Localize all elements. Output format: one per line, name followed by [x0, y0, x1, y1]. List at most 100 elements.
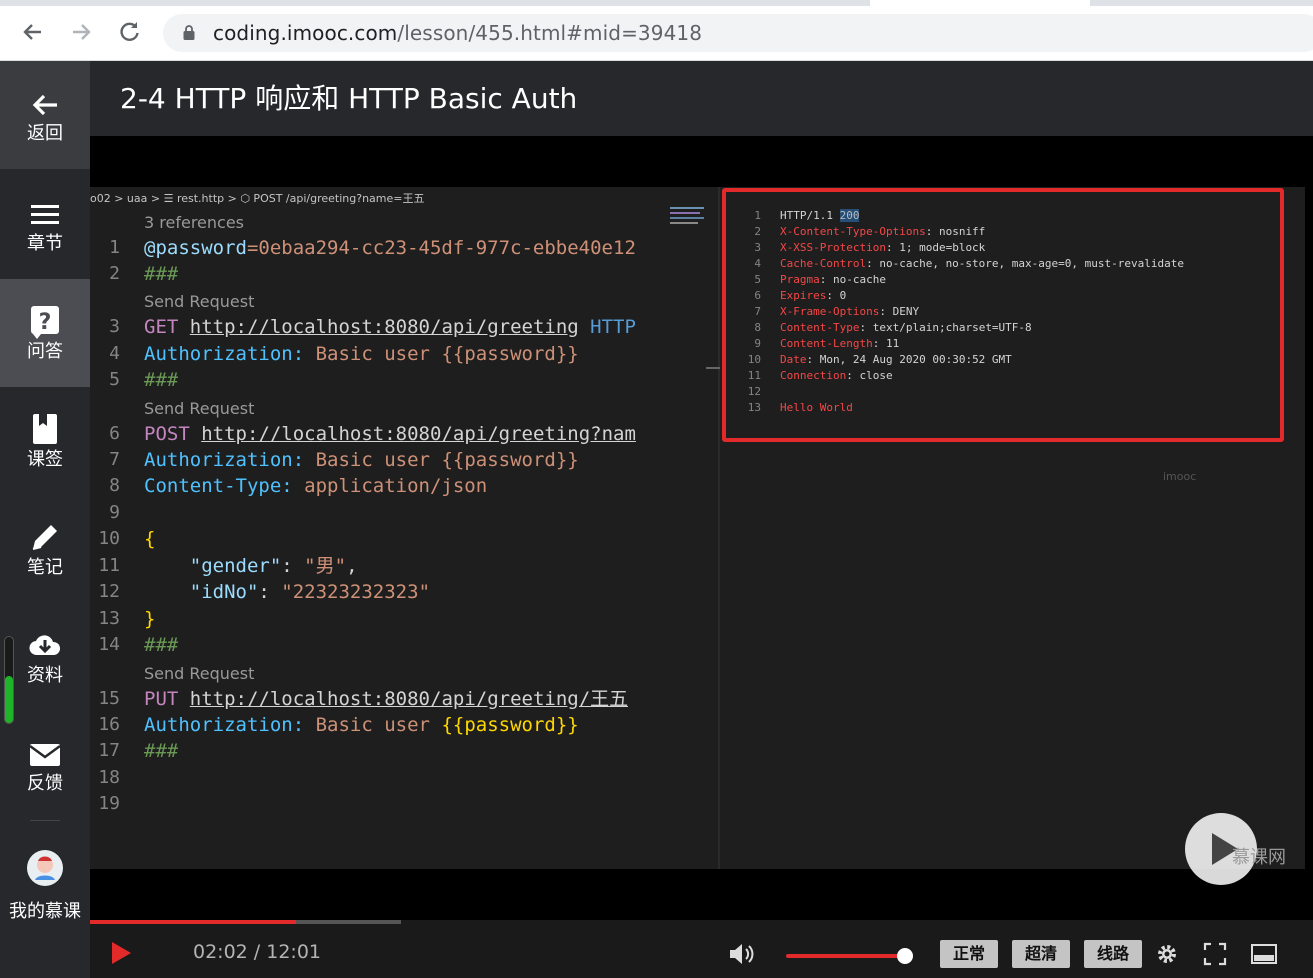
- code-token: Authorization:: [144, 449, 305, 471]
- url-text[interactable]: coding.imooc.com/lesson/455.html#mid=394…: [213, 19, 702, 47]
- code-line: ###: [144, 369, 179, 391]
- quality-hd-button[interactable]: 超清: [1012, 940, 1070, 968]
- code-line: "gender": "男",: [144, 553, 358, 579]
- header-value: : Mon, 24 Aug 2020 00:30:52 GMT: [806, 353, 1012, 366]
- sidebar-item-bookmark[interactable]: 课签: [0, 387, 90, 495]
- volume-icon[interactable]: [728, 942, 754, 966]
- header-value: : 11: [872, 337, 900, 350]
- fullscreen-icon[interactable]: [1203, 942, 1227, 966]
- gear-icon[interactable]: [1155, 942, 1179, 966]
- quality-normal-button[interactable]: 正常: [940, 940, 998, 968]
- line-number: 10: [98, 528, 120, 549]
- line-number: 14: [98, 634, 120, 655]
- header-key: Pragma: [780, 273, 820, 286]
- sidebar-item-label: 课签: [27, 449, 63, 470]
- code-token: =0ebaa294-cc23-45df-977c-ebbe40e12: [246, 237, 636, 259]
- line-number: 4: [109, 343, 120, 364]
- sidebar: 返回 章节 ? 问答 课签 笔记 资料 反馈 我的慕课: [0, 61, 90, 978]
- question-icon: ?: [27, 303, 63, 339]
- line-number: 19: [98, 793, 120, 814]
- theater-mode-icon[interactable]: [1251, 944, 1277, 964]
- code-token: @password: [144, 237, 247, 259]
- code-token: :: [281, 555, 305, 577]
- sidebar-item-feedback[interactable]: 反馈: [0, 711, 90, 819]
- code-token: Basic user: [304, 449, 442, 471]
- code-lens-send-request: Send Request: [144, 399, 255, 418]
- back-arrow-icon: [27, 87, 63, 123]
- bookmark-icon: [27, 411, 63, 447]
- back-arrow-icon[interactable]: [19, 18, 47, 46]
- response-header: X-Frame-Options: DENY: [780, 304, 919, 320]
- line-number: 12: [98, 581, 120, 602]
- code-token: application/json: [292, 475, 488, 497]
- code-token: "男": [304, 555, 347, 577]
- header-value: : 0: [826, 289, 847, 302]
- response-line-number: 13: [747, 401, 761, 414]
- code-token: Authorization:: [144, 343, 305, 365]
- header-value: : text/plain;charset=UTF-8: [859, 321, 1032, 334]
- response-line-number: 9: [754, 337, 761, 350]
- route-button[interactable]: 线路: [1084, 940, 1142, 968]
- response-header: Content-Type: text/plain;charset=UTF-8: [780, 320, 1032, 336]
- play-icon[interactable]: [110, 940, 132, 966]
- url-path: /lesson/455.html#mid=39418: [397, 21, 703, 45]
- response-header: Date: Mon, 24 Aug 2020 00:30:52 GMT: [780, 352, 1012, 368]
- divider: [30, 820, 60, 821]
- code-token: {{password}}: [441, 449, 579, 471]
- line-number: 2: [109, 263, 120, 284]
- sidebar-item-chapters[interactable]: 章节: [0, 171, 90, 279]
- brand-watermark: 慕课网: [1232, 847, 1286, 868]
- sidebar-item-notes[interactable]: 笔记: [0, 495, 90, 603]
- sidebar-item-back[interactable]: 返回: [0, 61, 90, 169]
- download-progress-fill: [5, 676, 13, 723]
- code-token: Authorization:: [144, 714, 305, 736]
- response-header: X-XSS-Protection: 1; mode=block: [780, 240, 985, 256]
- volume-slider[interactable]: [786, 954, 906, 958]
- line-number: 8: [109, 475, 120, 496]
- code-token: Content-Type:: [144, 475, 293, 497]
- response-line-number: 4: [754, 257, 761, 270]
- sidebar-item-label: 返回: [27, 123, 63, 144]
- seek-progress[interactable]: [90, 920, 296, 924]
- response-line-number: 5: [754, 273, 761, 286]
- line-number: 1: [109, 237, 120, 258]
- reload-icon[interactable]: [115, 18, 143, 46]
- url-host: coding.imooc.com: [213, 21, 398, 45]
- response-line-number: 12: [747, 385, 761, 398]
- header-key: X-Content-Type-Options: [780, 225, 926, 238]
- sidebar-item-label: 笔记: [27, 557, 63, 578]
- sidebar-item-label: 反馈: [27, 773, 63, 794]
- lock-icon[interactable]: [183, 25, 195, 40]
- line-number: 17: [98, 740, 120, 761]
- forward-arrow-icon[interactable]: [67, 18, 95, 46]
- header-value: : DENY: [879, 305, 920, 318]
- sidebar-item-label: 我的慕课: [9, 901, 81, 922]
- code-line: POST http://localhost:8080/api/greeting?…: [144, 421, 636, 447]
- header-key: X-Frame-Options: [780, 305, 880, 318]
- code-line: GET http://localhost:8080/api/greeting H…: [144, 314, 636, 340]
- cloud-download-icon: [27, 627, 63, 663]
- response-line-number: 3: [754, 241, 761, 254]
- code-token: POST: [144, 423, 190, 445]
- response-status-line: HTTP/1.1 200: [780, 208, 860, 224]
- code-token: http://localhost:8080/api/greeting: [189, 316, 579, 338]
- code-lens-send-request: Send Request: [144, 292, 255, 311]
- volume-knob[interactable]: [897, 948, 913, 964]
- response-header: Expires: 0: [780, 288, 846, 304]
- response-line-number: 1: [754, 209, 761, 222]
- code-line: Content-Type: application/json: [144, 473, 487, 499]
- response-header: Content-Length: 11: [780, 336, 899, 352]
- status-code: 200: [839, 209, 860, 222]
- time-display: 02:02 / 12:01: [193, 941, 321, 963]
- code-line: @password=0ebaa294-cc23-45df-977c-ebbe40…: [144, 235, 636, 261]
- response-line-number: 10: [747, 353, 761, 366]
- minimap: [668, 205, 708, 235]
- pencil-icon: [27, 519, 63, 555]
- code-token: ,: [346, 555, 358, 577]
- code-line: "idNo": "22323232323": [144, 579, 430, 605]
- sidebar-item-qa[interactable]: ? 问答: [0, 279, 90, 387]
- mail-icon: [27, 737, 63, 773]
- code-token: :: [258, 581, 282, 603]
- header-key: Connection: [780, 369, 847, 382]
- sidebar-item-my-imooc[interactable]: 我的慕课: [0, 841, 90, 941]
